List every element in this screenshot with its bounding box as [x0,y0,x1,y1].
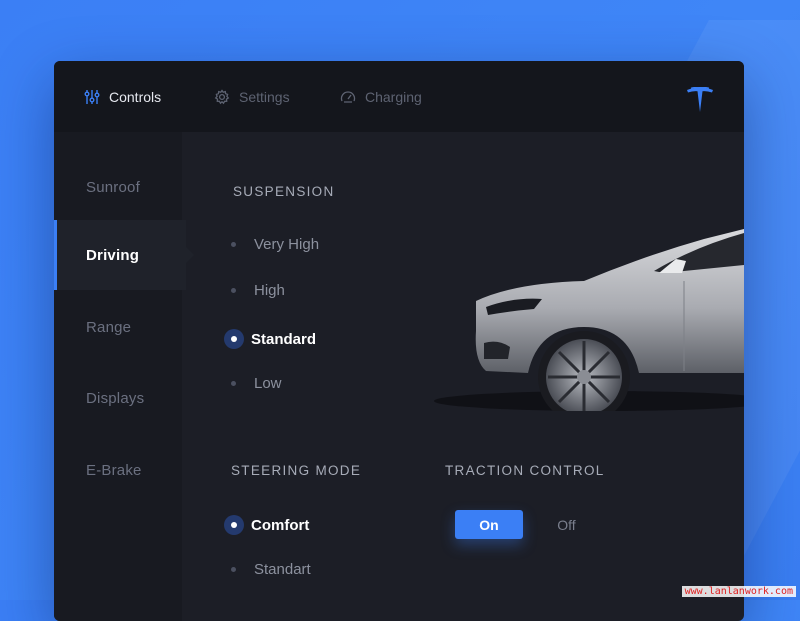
option-label: Comfort [251,516,310,534]
watermark-text: www.lanlanwork.com [681,586,796,597]
steering-mode-title: STEERING MODE [231,463,362,478]
tab-settings[interactable]: Settings [214,61,290,132]
radio-selected-dot [224,329,244,349]
suspension-option-low[interactable]: Low [223,375,282,392]
sidebar-item-sunroof[interactable]: Sunroof [54,152,182,222]
option-label: Standard [251,330,317,348]
sliders-icon [84,89,100,104]
steering-option-standart[interactable]: Standart [223,561,311,578]
tab-settings-label: Settings [239,88,290,105]
radio-dot [231,242,236,247]
suspension-option-standard[interactable]: Standard [224,329,316,349]
app-window: Controls Settings Charging Sunroof Drivi… [54,61,744,621]
tesla-logo-icon [687,87,713,112]
traction-control-title: TRACTION CONTROL [445,463,605,478]
tab-charging-label: Charging [365,88,422,105]
traction-off-button[interactable]: Off [544,510,589,539]
top-navigation: Controls Settings Charging [54,61,744,132]
charging-gauge-icon [340,90,356,103]
tab-controls[interactable]: Controls [84,61,161,132]
tab-charging[interactable]: Charging [340,61,422,132]
option-label: Low [254,375,282,392]
sidebar-item-label: Range [86,318,132,336]
tab-controls-label: Controls [109,88,162,105]
sidebar-item-displays[interactable]: Displays [54,363,182,433]
sidebar-item-ebrake[interactable]: E-Brake [54,435,182,505]
option-label: High [254,282,285,299]
suspension-title: SUSPENSION [233,184,335,199]
radio-dot [231,567,236,572]
radio-dot [231,288,236,293]
suspension-option-high[interactable]: High [223,282,285,299]
radio-selected-dot [224,515,244,535]
sidebar-item-range[interactable]: Range [54,292,182,362]
car-image [434,229,744,411]
sidebar-item-label: Sunroof [86,178,140,196]
traction-on-button[interactable]: On [455,510,523,539]
sidebar-item-driving[interactable]: Driving [54,220,194,290]
sidebar-item-label: Displays [86,389,145,407]
suspension-option-very-high[interactable]: Very High [223,236,319,253]
steering-option-comfort[interactable]: Comfort [224,515,309,535]
gear-icon [214,88,230,104]
sidebar-item-label: E-Brake [86,461,142,479]
radio-dot [231,381,236,386]
option-label: Standart [254,561,311,578]
option-label: Very High [254,236,320,253]
sidebar-item-label: Driving [86,246,140,264]
